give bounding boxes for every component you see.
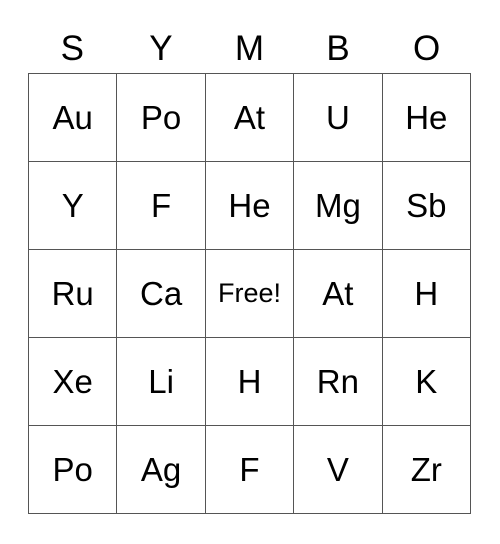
bingo-cell-r5c5[interactable]: Zr [382, 426, 471, 514]
bingo-cell-r1c5[interactable]: He [382, 74, 471, 162]
bingo-free-space-cell[interactable]: Free! [205, 250, 295, 338]
bingo-header-letter-2: M [234, 29, 265, 68]
bingo-cell-label: At [233, 99, 266, 136]
bingo-cell-r2c3[interactable]: He [205, 162, 295, 250]
bingo-cell-r1c1[interactable]: Au [29, 74, 118, 162]
bingo-cell-label: V [326, 451, 349, 488]
bingo-free-space-label: Free! [217, 278, 281, 308]
bingo-cell-r4c5[interactable]: K [382, 338, 471, 426]
bingo-cell-r3c1[interactable]: Ru [29, 250, 118, 338]
bingo-header-letter-4: O [413, 29, 441, 68]
bingo-cell-label: Ca [140, 275, 183, 312]
bingo-cell-r1c4[interactable]: U [294, 74, 383, 162]
bingo-cell-label: U [325, 99, 350, 136]
bingo-cell-label: Zr [410, 451, 442, 488]
bingo-header-letter-3: B [326, 29, 350, 68]
bingo-cell-r4c3[interactable]: H [205, 338, 295, 426]
bingo-cell-label: F [151, 187, 172, 224]
bingo-cell-label: Po [52, 451, 93, 488]
bingo-cell-label: Po [140, 99, 182, 136]
bingo-cell-r4c4[interactable]: Rn [294, 338, 383, 426]
bingo-cell-label: He [228, 187, 271, 224]
bingo-cell-label: Sb [406, 187, 447, 224]
bingo-cell-r3c5[interactable]: H [382, 250, 471, 338]
bingo-header-letter-0: S [60, 29, 84, 68]
bingo-cell-r2c5[interactable]: Sb [382, 162, 471, 250]
bingo-cell-r1c3[interactable]: At [205, 74, 295, 162]
bingo-cell-label: F [239, 451, 260, 488]
bingo-cell-r5c4[interactable]: V [294, 426, 383, 514]
bingo-cell-r4c2[interactable]: Li [117, 338, 206, 426]
bingo-cell-r2c2[interactable]: F [117, 162, 206, 250]
bingo-cell-r5c2[interactable]: Ag [117, 426, 206, 514]
bingo-header-row: S Y M B O [28, 24, 471, 73]
bingo-cell-r5c3[interactable]: F [205, 426, 295, 514]
bingo-cell-label: Li [148, 363, 174, 400]
bingo-cell-r5c1[interactable]: Po [29, 426, 118, 514]
bingo-cell-label: Ag [140, 451, 182, 488]
bingo-cell-label: At [322, 275, 354, 312]
bingo-cell-label: K [415, 363, 438, 400]
bingo-cell-r3c4[interactable]: At [294, 250, 383, 338]
bingo-cell-label: Mg [314, 187, 361, 224]
bingo-grid: Au Po At U He Y F He Mg Sb Ru Ca Free! A… [28, 73, 471, 514]
bingo-cell-label: H [414, 275, 439, 312]
bingo-cell-label: Y [61, 187, 84, 224]
bingo-cell-r4c1[interactable]: Xe [29, 338, 118, 426]
bingo-cell-label: He [405, 99, 448, 136]
bingo-cell-label: Rn [316, 363, 359, 400]
bingo-header-letter-1: Y [149, 29, 173, 68]
bingo-cell-label: Xe [52, 363, 93, 400]
bingo-cell-label: Au [52, 99, 93, 136]
bingo-cell-label: H [237, 363, 262, 400]
bingo-cell-r2c4[interactable]: Mg [294, 162, 383, 250]
bingo-cell-r1c2[interactable]: Po [117, 74, 206, 162]
bingo-cell-label: Ru [51, 275, 94, 312]
bingo-card: S Y M B O Au Po At U He Y F He Mg Sb Ru … [0, 0, 500, 544]
bingo-cell-r3c2[interactable]: Ca [117, 250, 206, 338]
bingo-cell-r2c1[interactable]: Y [29, 162, 118, 250]
